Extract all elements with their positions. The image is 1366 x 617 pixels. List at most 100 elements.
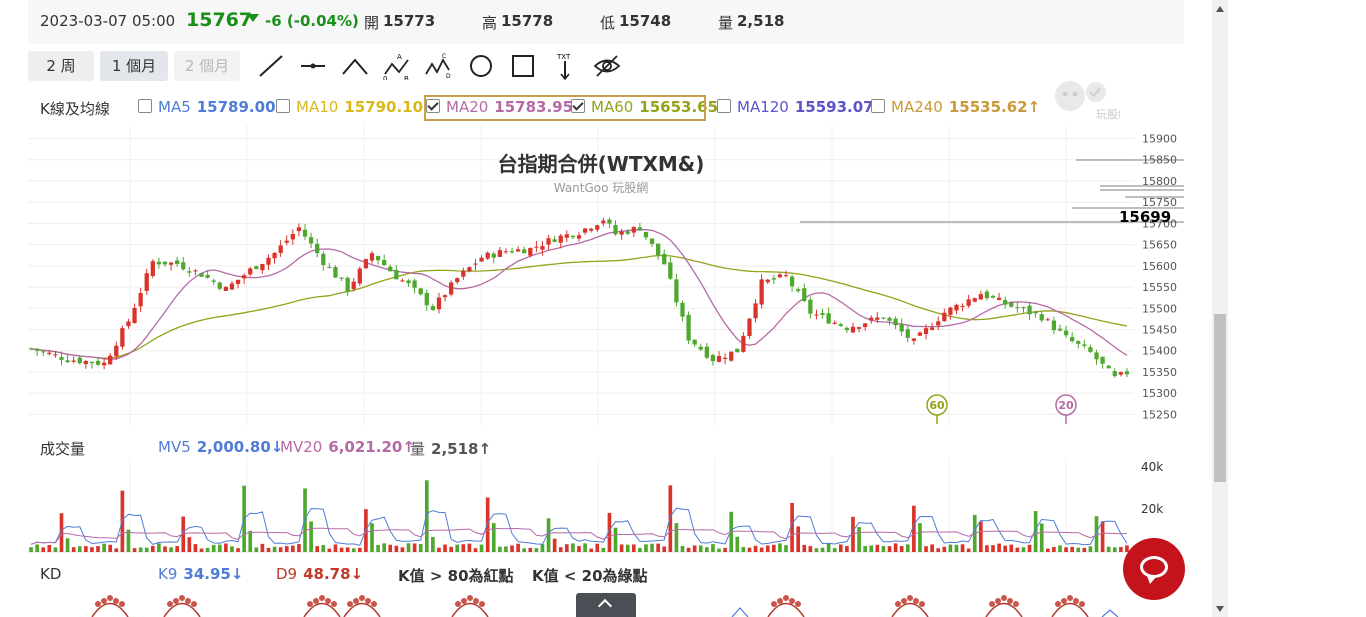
scroll-down-icon[interactable] <box>1216 606 1224 612</box>
candle-body <box>35 348 40 351</box>
candle-body <box>175 260 180 265</box>
volume-bar <box>814 548 819 552</box>
volume-bar <box>400 547 405 552</box>
volume-bar <box>881 546 886 552</box>
legend-series-value: 2,000.80↓ <box>196 438 284 456</box>
kd-overbought-dot <box>167 601 173 607</box>
volume-bar <box>479 544 484 552</box>
volume-bar <box>759 547 764 552</box>
volume-bar <box>893 543 898 552</box>
candle-body <box>467 267 472 272</box>
volume-bar <box>272 546 277 552</box>
candle-body <box>83 360 88 365</box>
scroll-to-top-button[interactable] <box>576 593 636 617</box>
price-tick-label: 15500 <box>1142 302 1177 315</box>
volume-bar <box>132 548 137 552</box>
candle-body <box>570 235 576 238</box>
volume-bar <box>979 521 983 552</box>
candle-body <box>759 279 764 305</box>
kd-overbought-dot <box>359 595 365 601</box>
volume-bar <box>595 543 600 552</box>
candle-body <box>327 267 332 269</box>
volume-bar <box>169 547 173 552</box>
candle-body <box>838 324 843 326</box>
kd-overbought-dot <box>1055 601 1061 607</box>
candle-body <box>747 318 752 336</box>
volume-bar <box>1082 547 1087 552</box>
chart-canvas[interactable]: 台指期合併(WTXM&) WantGoo 玩股網 15250 15300 15350… <box>0 0 1184 617</box>
candle-body <box>954 304 959 311</box>
kd-overbought-dot <box>479 601 485 607</box>
volume-bar <box>857 527 861 552</box>
candle-body <box>1076 340 1081 344</box>
volume-bar <box>924 546 928 552</box>
volume-bar <box>918 523 922 552</box>
volume-bar <box>345 547 350 552</box>
kd-overbought-dot <box>901 598 907 604</box>
volume-bar <box>1003 545 1008 552</box>
volume-bar <box>230 546 234 552</box>
scrollbar-thumb[interactable] <box>1214 314 1226 482</box>
volume-bar <box>631 544 636 552</box>
candle-body <box>923 328 929 334</box>
candle-body <box>382 259 387 266</box>
volume-bar <box>674 523 679 552</box>
candle-body <box>668 262 673 279</box>
volume-bar <box>534 548 539 552</box>
candle-body <box>796 289 801 292</box>
kd-overbought-dot <box>353 598 359 604</box>
volume-bar <box>735 536 740 552</box>
volume-bar <box>589 548 594 552</box>
candle-body <box>108 355 113 365</box>
price-tick-label: 15300 <box>1142 387 1177 400</box>
ma20-path <box>30 229 1128 360</box>
candle-body <box>400 280 405 282</box>
kd-k-line <box>1101 609 1119 617</box>
legend-series-value: 34.95↓ <box>183 565 244 583</box>
chat-button[interactable] <box>1123 538 1185 600</box>
candle-body <box>522 249 527 254</box>
volume-bar <box>619 544 624 552</box>
candle-body <box>619 231 624 235</box>
candle-body <box>656 243 661 256</box>
candle-body <box>321 253 326 266</box>
kd-overbought-dot <box>1067 595 1073 601</box>
volume-bar <box>388 544 393 552</box>
candle-body <box>704 346 709 358</box>
kd-overbought-dot <box>1079 601 1085 607</box>
candle-body <box>1027 305 1032 315</box>
volume-bar <box>284 546 289 552</box>
volume-bar <box>1088 546 1093 552</box>
candle-body <box>424 292 429 306</box>
volume-bar <box>406 543 411 552</box>
kd-overbought-dot <box>467 595 473 601</box>
volume-bar <box>449 546 453 552</box>
candle-body <box>777 274 783 278</box>
volume-bar <box>991 545 995 552</box>
legend-series-name: K9 <box>158 565 178 583</box>
volume-bar <box>157 543 161 552</box>
candle-body <box>242 275 247 279</box>
volume-bar <box>175 546 179 552</box>
volume-bar <box>35 544 39 552</box>
page-scrollbar[interactable] <box>1212 0 1228 617</box>
volume-bar <box>1100 521 1105 552</box>
candle-body <box>528 247 533 256</box>
kd-overbought-dot <box>455 601 461 607</box>
volume-bar <box>412 543 417 552</box>
kd-k-line <box>731 607 749 617</box>
candle-body <box>856 327 862 329</box>
candle-body <box>114 345 119 357</box>
candle-body <box>680 302 685 317</box>
candle-body <box>497 250 502 257</box>
scroll-up-icon[interactable] <box>1216 6 1224 12</box>
candle-body <box>729 351 734 361</box>
volume-bar <box>905 544 910 552</box>
kd-note-green: K值 < 20為綠點 <box>532 567 648 585</box>
candle-body <box>942 312 947 322</box>
candle-body <box>875 317 880 320</box>
candle-body <box>302 229 308 237</box>
candle-body <box>266 257 271 265</box>
candle-body <box>692 339 697 345</box>
kd-overbought-dot <box>789 598 795 604</box>
